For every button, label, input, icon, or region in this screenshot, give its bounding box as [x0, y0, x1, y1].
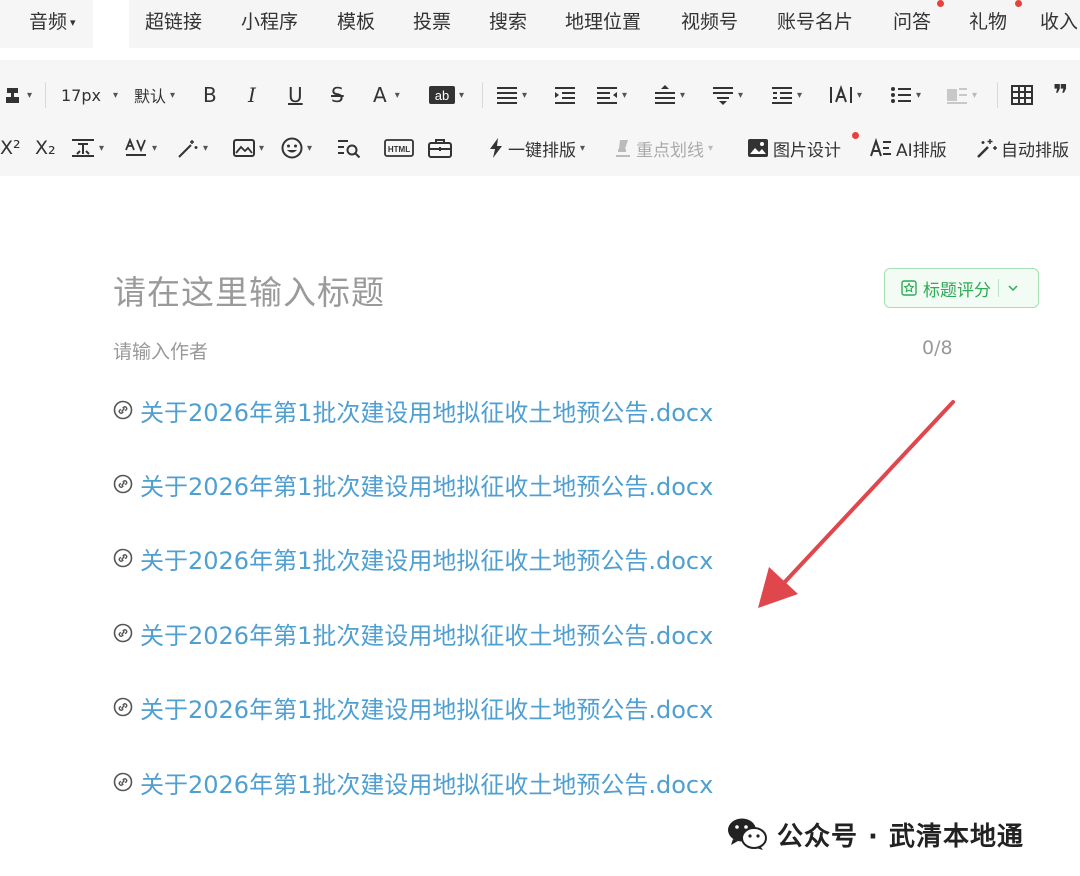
watermark-text: 公众号 · 武清本地通 [777, 821, 1024, 852]
red-arrow-annotation [758, 400, 955, 608]
wechat-logo-icon [728, 818, 767, 850]
wechat-watermark: 公众号 · 武清本地通 [727, 812, 1024, 856]
